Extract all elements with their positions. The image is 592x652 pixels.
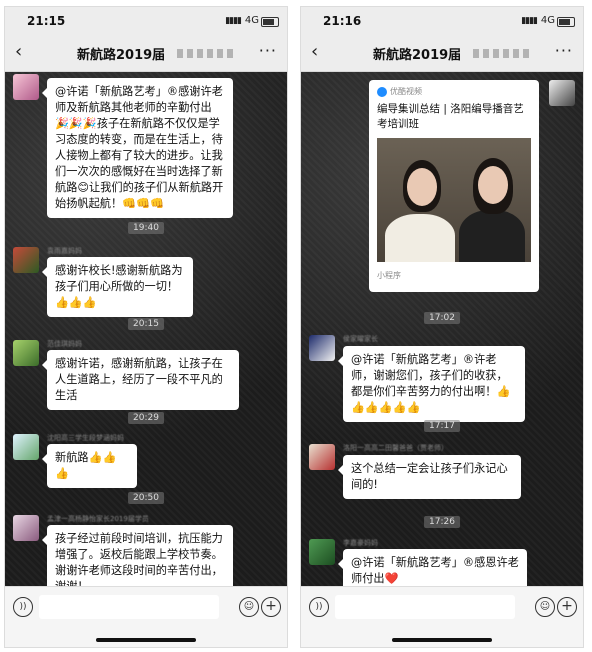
person-left: [385, 214, 455, 262]
status-time: 21:15: [27, 14, 66, 28]
message-input[interactable]: [39, 595, 219, 619]
message-bubble[interactable]: @许诺「新航路艺考」®感谢许老师及新航路其他老师的辛勤付出🎉🎉🎉孩子在新航路不仅…: [42, 78, 233, 218]
chat-title: 新航路2019届: [373, 48, 462, 63]
status-bar: 21:15 ▮▮▮▮ 4G: [5, 7, 287, 35]
face: [407, 168, 437, 206]
title-mosaic: [177, 49, 237, 58]
message-bubble[interactable]: 感谢许校长!感谢新航路为孩子们用心所做的一切！👍👍👍: [42, 257, 193, 317]
card-app-name: 优酷视频: [377, 86, 422, 97]
right-phone-screenshot: 21:16 ▮▮▮▮ 4G ‹ 新航路2019届 ··· 优酷视频 编导集训总结…: [300, 6, 584, 648]
voice-icon[interactable]: )): [13, 597, 33, 617]
timestamp: 19:40: [128, 222, 164, 234]
battery-icon: [557, 17, 575, 27]
back-icon[interactable]: ‹: [311, 41, 318, 62]
timestamp: 17:17: [424, 420, 460, 432]
video-thumbnail: [377, 138, 531, 262]
avatar[interactable]: [13, 434, 39, 460]
card-app-label: 优酷视频: [390, 87, 422, 96]
signal-icon: ▮▮▮▮: [521, 16, 538, 26]
message-input[interactable]: [335, 595, 515, 619]
youku-logo-icon: [377, 86, 387, 97]
sender-name: 范佳琪妈妈: [47, 340, 82, 348]
network-label: 4G: [540, 15, 555, 26]
left-phone-screenshot: 21:15 ▮▮▮▮ 4G ‹ 新航路2019届 ··· @许诺「新航路艺考」®…: [4, 6, 288, 648]
timestamp: 17:26: [424, 516, 460, 528]
timestamp: 20:15: [128, 318, 164, 330]
sender-name: 李嘉豪妈妈: [343, 539, 378, 547]
mini-program-card[interactable]: 优酷视频 编导集训总结 | 洛阳编导播音艺考培训班 小程序: [369, 80, 539, 292]
chat-area[interactable]: @许诺「新航路艺考」®感谢许老师及新航路其他老师的辛勤付出🎉🎉🎉孩子在新航路不仅…: [5, 72, 287, 587]
avatar[interactable]: [309, 539, 335, 565]
sender-name: 孟津一高杨静怡家长2019届学员: [47, 515, 149, 523]
more-icon[interactable]: ···: [259, 41, 277, 60]
avatar[interactable]: [13, 515, 39, 541]
plus-icon[interactable]: +: [261, 597, 281, 617]
emoji-icon[interactable]: ☺: [535, 597, 555, 617]
timestamp: 20:50: [128, 492, 164, 504]
signal-icon: ▮▮▮▮: [225, 16, 242, 26]
chat-navbar: ‹ 新航路2019届 ···: [301, 35, 583, 72]
status-time: 21:16: [323, 14, 362, 28]
battery-icon: [261, 17, 279, 27]
message-bubble[interactable]: 感谢许诺，感谢新航路，让孩子在人生道路上，经历了一段不平凡的生活: [42, 350, 239, 410]
face: [478, 166, 508, 204]
sender-name: 袁雨嘉妈妈: [47, 247, 82, 255]
avatar[interactable]: [309, 335, 335, 361]
chat-navbar: ‹ 新航路2019届 ···: [5, 35, 287, 72]
card-footer: 小程序: [377, 271, 401, 280]
message-bubble[interactable]: 这个总结一定会让孩子们永记心间的!: [338, 455, 521, 499]
back-icon[interactable]: ‹: [15, 41, 22, 62]
emoji-icon[interactable]: ☺: [239, 597, 259, 617]
input-toolbar: )) ☺ +: [5, 586, 287, 647]
more-icon[interactable]: ···: [555, 41, 573, 60]
avatar[interactable]: [13, 340, 39, 366]
home-indicator: [392, 638, 492, 642]
voice-icon[interactable]: )): [309, 597, 329, 617]
timestamp: 20:29: [128, 412, 164, 424]
message-bubble[interactable]: @许诺「新航路艺考」®许老师，谢谢您们，孩子们的收获，都是你们辛苦努力的付出啊！…: [338, 346, 525, 422]
status-bar: 21:16 ▮▮▮▮ 4G: [301, 7, 583, 35]
input-toolbar: )) ☺ +: [301, 586, 583, 647]
home-indicator: [96, 638, 196, 642]
chat-area[interactable]: 优酷视频 编导集训总结 | 洛阳编导播音艺考培训班 小程序 17:02 侯家曜家…: [301, 72, 583, 587]
sender-name: 侯家曜家长: [343, 335, 378, 343]
network-label: 4G: [244, 15, 259, 26]
sender-name: 洛阳一高高二田馨爸爸（贾老师）: [343, 444, 448, 452]
avatar[interactable]: [309, 444, 335, 470]
message-bubble[interactable]: 孩子经过前段时间培训，抗压能力增强了。返校后能跟上学校节奏。谢谢许老师这段时间的…: [42, 525, 233, 587]
avatar[interactable]: [13, 247, 39, 273]
title-mosaic: [473, 49, 533, 58]
avatar[interactable]: [13, 74, 39, 100]
sender-name: 沈阳高三学生段梦涵妈妈: [47, 434, 124, 442]
card-title: 编导集训总结 | 洛阳编导播音艺考培训班: [377, 103, 524, 130]
chat-title: 新航路2019届: [77, 48, 166, 63]
plus-icon[interactable]: +: [557, 597, 577, 617]
message-bubble[interactable]: 新航路👍👍👍: [42, 444, 137, 488]
message-bubble[interactable]: @许诺「新航路艺考」®感恩许老师付出❤️: [338, 549, 527, 587]
avatar[interactable]: [549, 80, 575, 106]
timestamp: 17:02: [424, 312, 460, 324]
person-right: [459, 210, 525, 262]
